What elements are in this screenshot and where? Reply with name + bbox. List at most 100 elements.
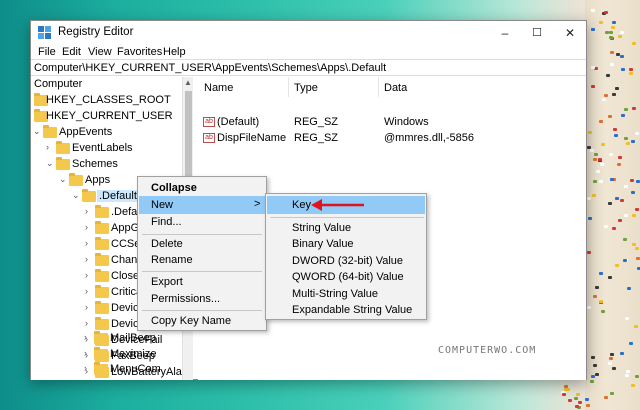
beach-dot [615,197,620,201]
beach-dot [599,162,604,166]
menu-edit[interactable]: Edit [62,46,81,58]
beach-dot [600,142,605,146]
beach-dot [619,31,624,35]
menu-favorites[interactable]: Favorites [117,46,162,58]
tree-item-label: HKEY_CURRENT_USER [46,110,173,122]
chevron-right-icon[interactable]: › [85,318,88,328]
column-divider[interactable] [378,77,379,97]
beach-dot [585,403,590,407]
chevron-right-icon[interactable]: › [85,286,88,296]
chevron-right-icon[interactable]: › [85,302,88,312]
beach-dot [634,208,639,212]
tree-item-label: AppEvents [59,126,113,138]
column-header-data[interactable]: Data [384,82,407,94]
chevron-down-icon[interactable]: ⌄ [46,158,54,169]
value-name: DispFileName [217,132,287,144]
submenu-item-qword-value[interactable]: QWORD (64-bit) Value [267,268,425,286]
folder-icon [95,285,109,298]
beach-dot [624,316,629,320]
tree-item-label: Apps [85,174,111,186]
beach-dot [604,395,609,399]
title-bar[interactable]: Registry Editor – ☐ ✕ [31,21,586,44]
close-button[interactable]: ✕ [554,21,586,44]
beach-dot [609,36,614,40]
menu-file[interactable]: File [38,46,56,58]
beach-dot [636,266,640,270]
beach-dot [628,72,633,76]
column-header-name[interactable]: Name [204,82,233,94]
chevron-right-icon[interactable]: › [85,206,88,216]
chevron-down-icon[interactable]: ⌄ [33,126,41,137]
folder-icon [95,253,109,266]
submenu-item-expandable-string-value[interactable]: Expandable String Value [267,301,425,319]
scrollbar-thumb[interactable] [185,91,192,186]
folder-icon [43,125,57,138]
beach-dot [587,250,592,254]
context-menu: Collapse New > Find... Delete Rename Exp… [137,176,267,331]
beach-dot [594,153,599,156]
tree-item-menucommand[interactable]: › MenuCommand [30,362,160,378]
beach-dot [563,388,568,392]
tree-item-maximize[interactable]: › Maximize [30,347,160,363]
chevron-right-icon[interactable]: › [84,332,87,342]
menu-item-permissions[interactable]: Permissions... [139,290,265,308]
beach-dot [636,257,640,261]
beach-dot [625,142,630,146]
column-header-type[interactable]: Type [294,82,318,94]
beach-dot [620,68,625,72]
chevron-down-icon[interactable]: ⌄ [72,190,80,201]
chevron-right-icon[interactable]: › [84,363,87,373]
menu-separator [142,310,262,311]
beach-dot [598,157,603,161]
beach-dot [614,133,619,137]
tree-item-label: EventLabels [72,142,133,154]
beach-dot [610,50,615,54]
beach-dot [594,286,599,290]
chevron-right-icon[interactable]: › [84,348,87,358]
beach-dot [613,127,618,131]
menu-item-export[interactable]: Export [139,273,265,291]
beach-dot [598,299,603,303]
menu-item-new[interactable]: New > [139,196,265,214]
menu-item-rename[interactable]: Rename [139,251,265,269]
value-type: REG_SZ [294,116,339,128]
chevron-right-icon[interactable]: › [85,222,88,232]
beach-dot [599,20,604,24]
tree-item-label: Maximize [110,348,157,360]
menu-view[interactable]: View [88,46,112,58]
menu-help[interactable]: Help [163,46,186,58]
tree-item-mailbeep[interactable]: › MailBeep [30,331,160,347]
chevron-right-icon[interactable]: › [85,270,88,280]
column-divider[interactable] [288,77,289,97]
minimize-button[interactable]: – [489,21,521,44]
beach-dot [611,21,616,25]
maximize-button[interactable]: ☐ [521,21,553,44]
beach-dot [623,136,628,140]
beach-dot [593,364,597,368]
chevron-right-icon[interactable]: › [85,254,88,264]
beach-dot [577,400,582,404]
beach-dot [604,93,609,97]
chevron-right-icon[interactable]: › [46,142,49,152]
beach-dot [617,218,622,222]
menu-item-find[interactable]: Find... [139,213,265,231]
beach-dot [607,115,612,119]
beach-dot [608,152,613,156]
beach-dot [593,295,598,299]
beach-dot [593,158,598,162]
beach-dot [562,392,567,396]
chevron-right-icon[interactable]: › [85,238,88,248]
submenu-item-binary-value[interactable]: Binary Value [267,235,425,253]
beach-dot [624,184,629,188]
menu-item-collapse[interactable]: Collapse [139,179,265,197]
menu-item-copy-key-name[interactable]: Copy Key Name [139,312,265,330]
address-bar[interactable]: Computer\HKEY_CURRENT_USER\AppEvents\Sch… [31,59,586,76]
beach-dot [626,286,631,290]
beach-dot [589,149,594,153]
site-watermark: COMPUTERWO.COM [438,345,537,356]
value-name: (Default) [217,116,260,128]
chevron-down-icon[interactable]: ⌄ [59,174,67,185]
beach-dot [592,193,597,197]
scroll-up-arrow-icon[interactable]: ▲ [184,78,192,87]
folder-icon [95,205,109,218]
